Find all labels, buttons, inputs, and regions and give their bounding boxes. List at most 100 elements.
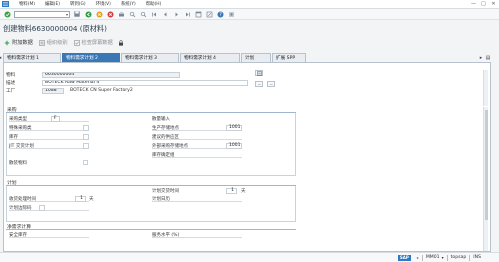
tab-mrp-3[interactable]: 物料需求计划 3 [121, 53, 179, 62]
prod-storage-row: 生产存储地点 1001 [152, 124, 242, 131]
menu-bar: 物料(M) 编辑(E) 转到(G) 环境(V) 系统(Y) 帮助(H) — □ … [0, 0, 499, 9]
status-collapse-icon[interactable]: ▸ [417, 255, 419, 260]
tab-strip: 物料需求计划 1 物料需求计划 2 物料需求计划 3 物料需求计划 4 计划 扩… [3, 53, 477, 62]
planned-del-field[interactable]: 1 [226, 187, 237, 194]
ext-storage-label: 外部采购存储地点 [152, 143, 188, 149]
check-screen-data-label: 检查屏幕数据 [81, 40, 113, 46]
prod-storage-field[interactable]: 1001 [226, 124, 242, 131]
menu-edit[interactable]: 编辑(E) [45, 1, 60, 7]
batch-label: 散装物料 [9, 161, 27, 166]
jit-row: JIT 交货计划 [9, 142, 89, 149]
find-icon[interactable] [128, 10, 136, 18]
service-level-label: 服务水平 (%) [152, 232, 180, 238]
check-icon [73, 39, 80, 46]
safety-stock-label: 安全库存 [9, 232, 27, 238]
shortcut-icon[interactable] [205, 10, 213, 18]
service-level-row: 服务水平 (%) [152, 232, 242, 238]
procurement-section: 采购 [6, 106, 296, 113]
system-toolbar: ▾ ? [0, 9, 499, 20]
jit-field[interactable] [83, 142, 89, 149]
menu-material[interactable]: 物料(M) [19, 1, 35, 7]
planned-del-unit: 天 [241, 189, 246, 194]
long-text-button[interactable] [255, 70, 263, 76]
lock-icon [118, 39, 124, 46]
batch-row: 散装物料 [9, 160, 89, 166]
new-session-icon[interactable] [194, 10, 202, 18]
menu-environment[interactable]: 环境(V) [96, 1, 111, 7]
customize-icon[interactable] [227, 10, 235, 18]
next-page-icon[interactable] [172, 10, 180, 18]
check-screen-data-button[interactable]: 检查屏幕数据 [73, 39, 113, 46]
svg-text:?: ? [219, 12, 222, 18]
margin-key-field[interactable] [39, 204, 45, 211]
special-proc-field[interactable] [83, 124, 89, 131]
quota-field[interactable] [83, 133, 89, 140]
proc-type-field[interactable]: F [51, 115, 60, 122]
print-icon[interactable] [117, 10, 125, 18]
menu-help[interactable]: 帮助(H) [146, 1, 162, 7]
ext-storage-field[interactable]: 1001 [226, 142, 242, 149]
save-icon[interactable] [73, 10, 81, 18]
session-dropdown-icon[interactable]: ▾ [442, 255, 444, 260]
stock-det-row: 库存确定组 [152, 152, 242, 158]
last-page-icon[interactable] [183, 10, 191, 18]
scheduling-section: 计划 [6, 179, 296, 186]
org-levels-button[interactable]: 组织级别 [38, 39, 68, 46]
chevron-down-icon[interactable]: ▾ [66, 12, 68, 17]
planned-del-row: 计划交货时间 1 天 [152, 187, 246, 194]
description-row: 描述 BOTECK Raw Material 4 [6, 79, 248, 86]
proc-type-label: 采购类型 [9, 116, 27, 122]
exit-icon[interactable] [95, 10, 103, 18]
net-req-title: 净需求计算 [6, 223, 296, 230]
supply-area-row: 建议的供应区 [152, 134, 242, 140]
lock-button[interactable] [118, 39, 126, 46]
cancel-icon[interactable] [106, 10, 114, 18]
gr-time-field[interactable]: 1 [75, 195, 86, 202]
tab-scroll-right-icon[interactable]: ▸ [478, 53, 484, 62]
status-bar: SAP ▸ MM01 ▾ topsap INS [0, 252, 499, 262]
enter-icon[interactable] [3, 10, 11, 18]
session-info: MM01 [425, 255, 440, 260]
header-scrollbar[interactable] [483, 70, 488, 106]
org-levels-icon [38, 39, 45, 46]
gr-time-unit: 天 [89, 196, 94, 202]
menu-system[interactable]: 系统(Y) [121, 1, 136, 7]
batch-checkbox[interactable] [83, 160, 88, 165]
gr-time-row: 收货处理时间 1 天 [9, 195, 94, 202]
insert-mode: INS [473, 255, 481, 260]
proc-type-row: 采购类型 F [9, 115, 89, 122]
first-page-icon[interactable] [150, 10, 158, 18]
tab-extended-spp[interactable]: 扩展 SPP [272, 53, 306, 62]
description-field[interactable]: BOTECK Raw Material 4 [42, 79, 248, 86]
command-field[interactable]: ▾ [14, 10, 70, 18]
maximize-button[interactable]: □ [480, 1, 487, 7]
tab-mrp-2[interactable]: 物料需求计划 2 [62, 53, 120, 62]
description-label: 描述 [6, 80, 16, 86]
help-icon[interactable]: ? [216, 10, 224, 18]
calendar-row: 计划日历 [152, 196, 242, 202]
quota-label: 库存 [9, 134, 18, 140]
additional-data-button[interactable]: 附加数据 [4, 39, 33, 46]
tab-mrp-1[interactable]: 物料需求计划 1 [3, 53, 61, 62]
plant-row: 工厂 1088 BOTECK CN Super Factory2 [6, 87, 133, 94]
quota-row: 库存 [9, 133, 89, 140]
minimize-button[interactable]: — [470, 1, 477, 7]
tab-mrp-4[interactable]: 物料需求计划 4 [180, 53, 240, 62]
tab-list-icon[interactable]: ▤ [485, 53, 491, 62]
other-button[interactable]: ··· [267, 81, 275, 87]
special-proc-label: 特殊采购类 [9, 125, 32, 131]
find-next-icon[interactable] [139, 10, 147, 18]
tab-planning[interactable]: 计划 [241, 53, 271, 62]
more-button[interactable]: ··· [255, 81, 263, 87]
bulk-label: 散量输入 [152, 117, 170, 122]
menu-goto[interactable]: 转到(G) [70, 1, 86, 7]
close-button[interactable]: ✕ [490, 1, 497, 7]
plant-name: BOTECK CN Super Factory2 [70, 88, 133, 93]
scrollbar-thumb[interactable] [484, 110, 488, 220]
page-title: 创建物料6630000004 (原材料) [3, 24, 107, 33]
back-icon[interactable] [84, 10, 92, 18]
content-scrollbar[interactable] [483, 107, 488, 251]
prev-page-icon[interactable] [161, 10, 169, 18]
prod-storage-label: 生产存储地点 [152, 125, 179, 131]
org-levels-label: 组织级别 [46, 40, 68, 46]
